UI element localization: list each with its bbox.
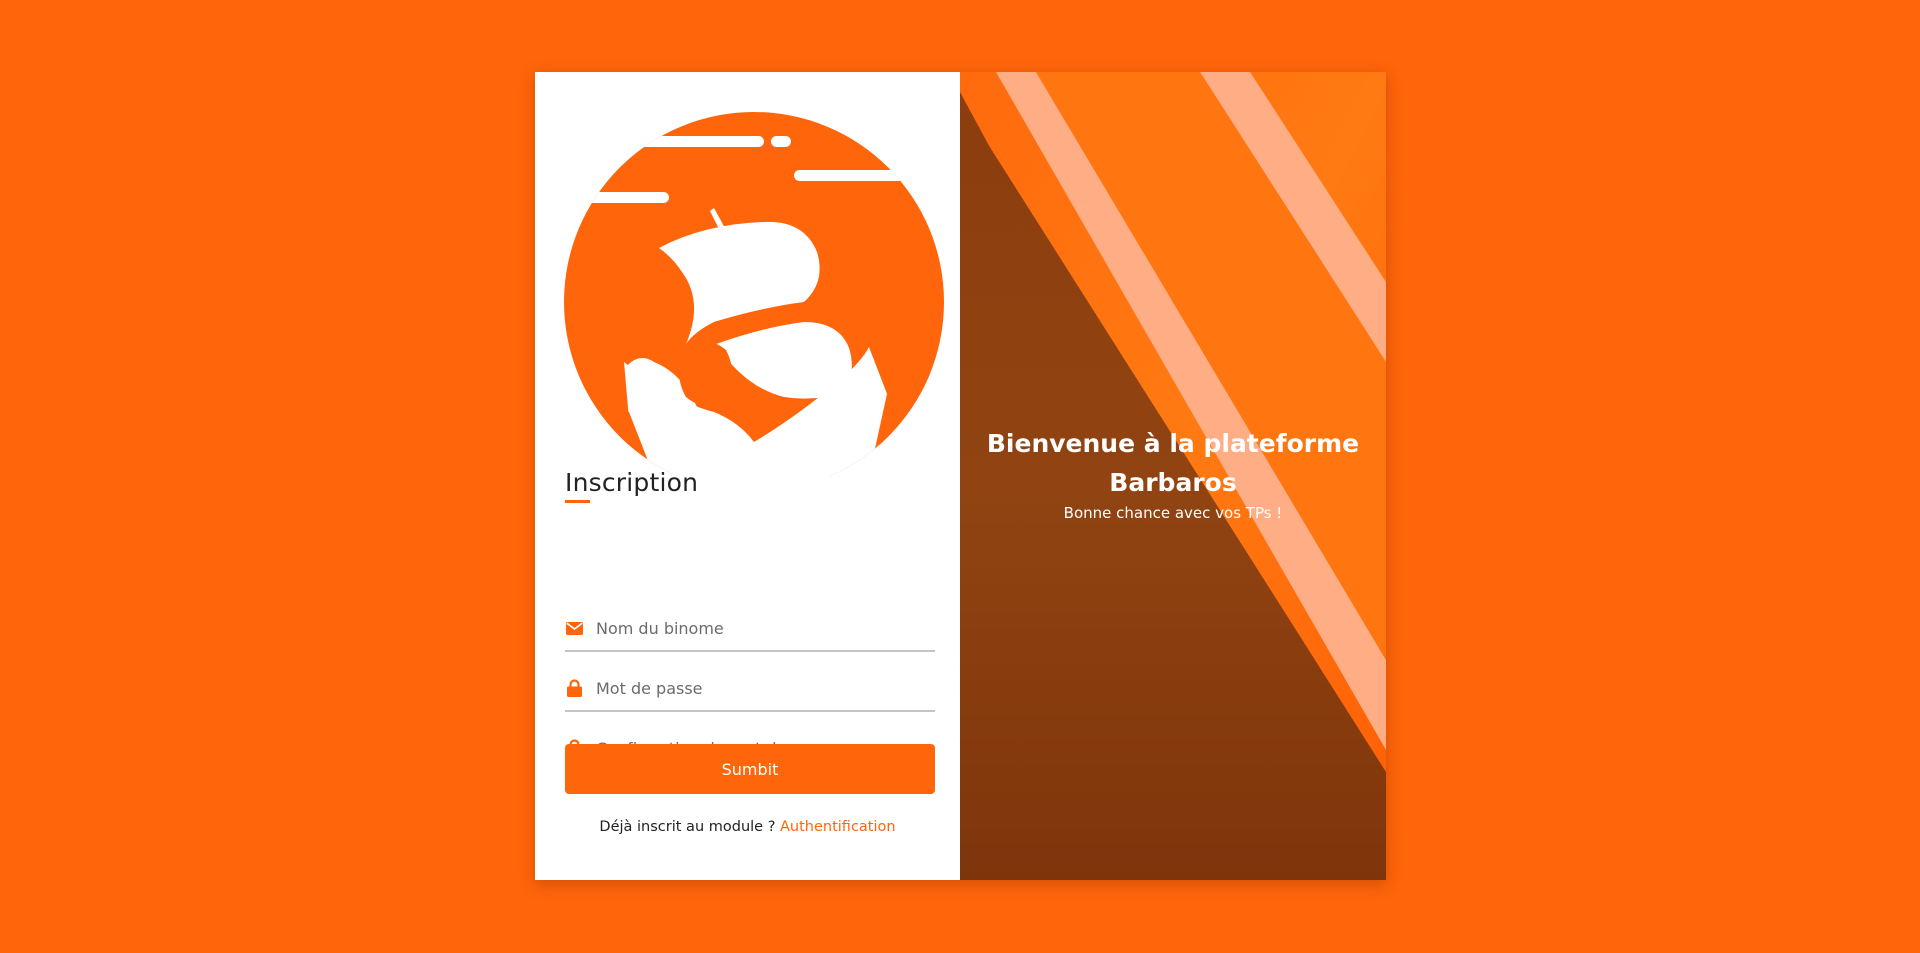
welcome-panel: Bienvenue à la plateforme Barbaros Bonne… — [960, 72, 1386, 880]
password-input[interactable] — [596, 678, 926, 698]
welcome-heading: Bienvenue à la plateforme Barbaros — [986, 429, 1360, 497]
login-link[interactable]: Authentification — [780, 819, 896, 835]
register-card: Inscription Nom du binome Sumbit Déjà in… — [535, 72, 1386, 880]
already-registered-text: Déjà inscrit au module ? — [599, 819, 776, 835]
title-underline — [565, 500, 590, 503]
welcome-subtitle: Bonne chance avec vos TPs ! — [1063, 504, 1283, 522]
barbaros-ship-logo — [564, 112, 944, 476]
password-field[interactable] — [565, 666, 935, 712]
binome-name-field[interactable] — [565, 606, 935, 652]
welcome-message: Bienvenue à la plateforme Barbaros Bonne… — [960, 424, 1386, 522]
binome-name-input[interactable] — [596, 618, 926, 638]
envelope-icon — [565, 619, 583, 637]
register-panel: Inscription Nom du binome Sumbit Déjà in… — [535, 72, 960, 880]
lock-icon — [565, 679, 583, 697]
form-title: Inscription — [565, 468, 699, 497]
login-prompt: Déjà inscrit au module ? Authentificatio… — [535, 819, 960, 835]
submit-button[interactable]: Sumbit — [565, 744, 935, 794]
